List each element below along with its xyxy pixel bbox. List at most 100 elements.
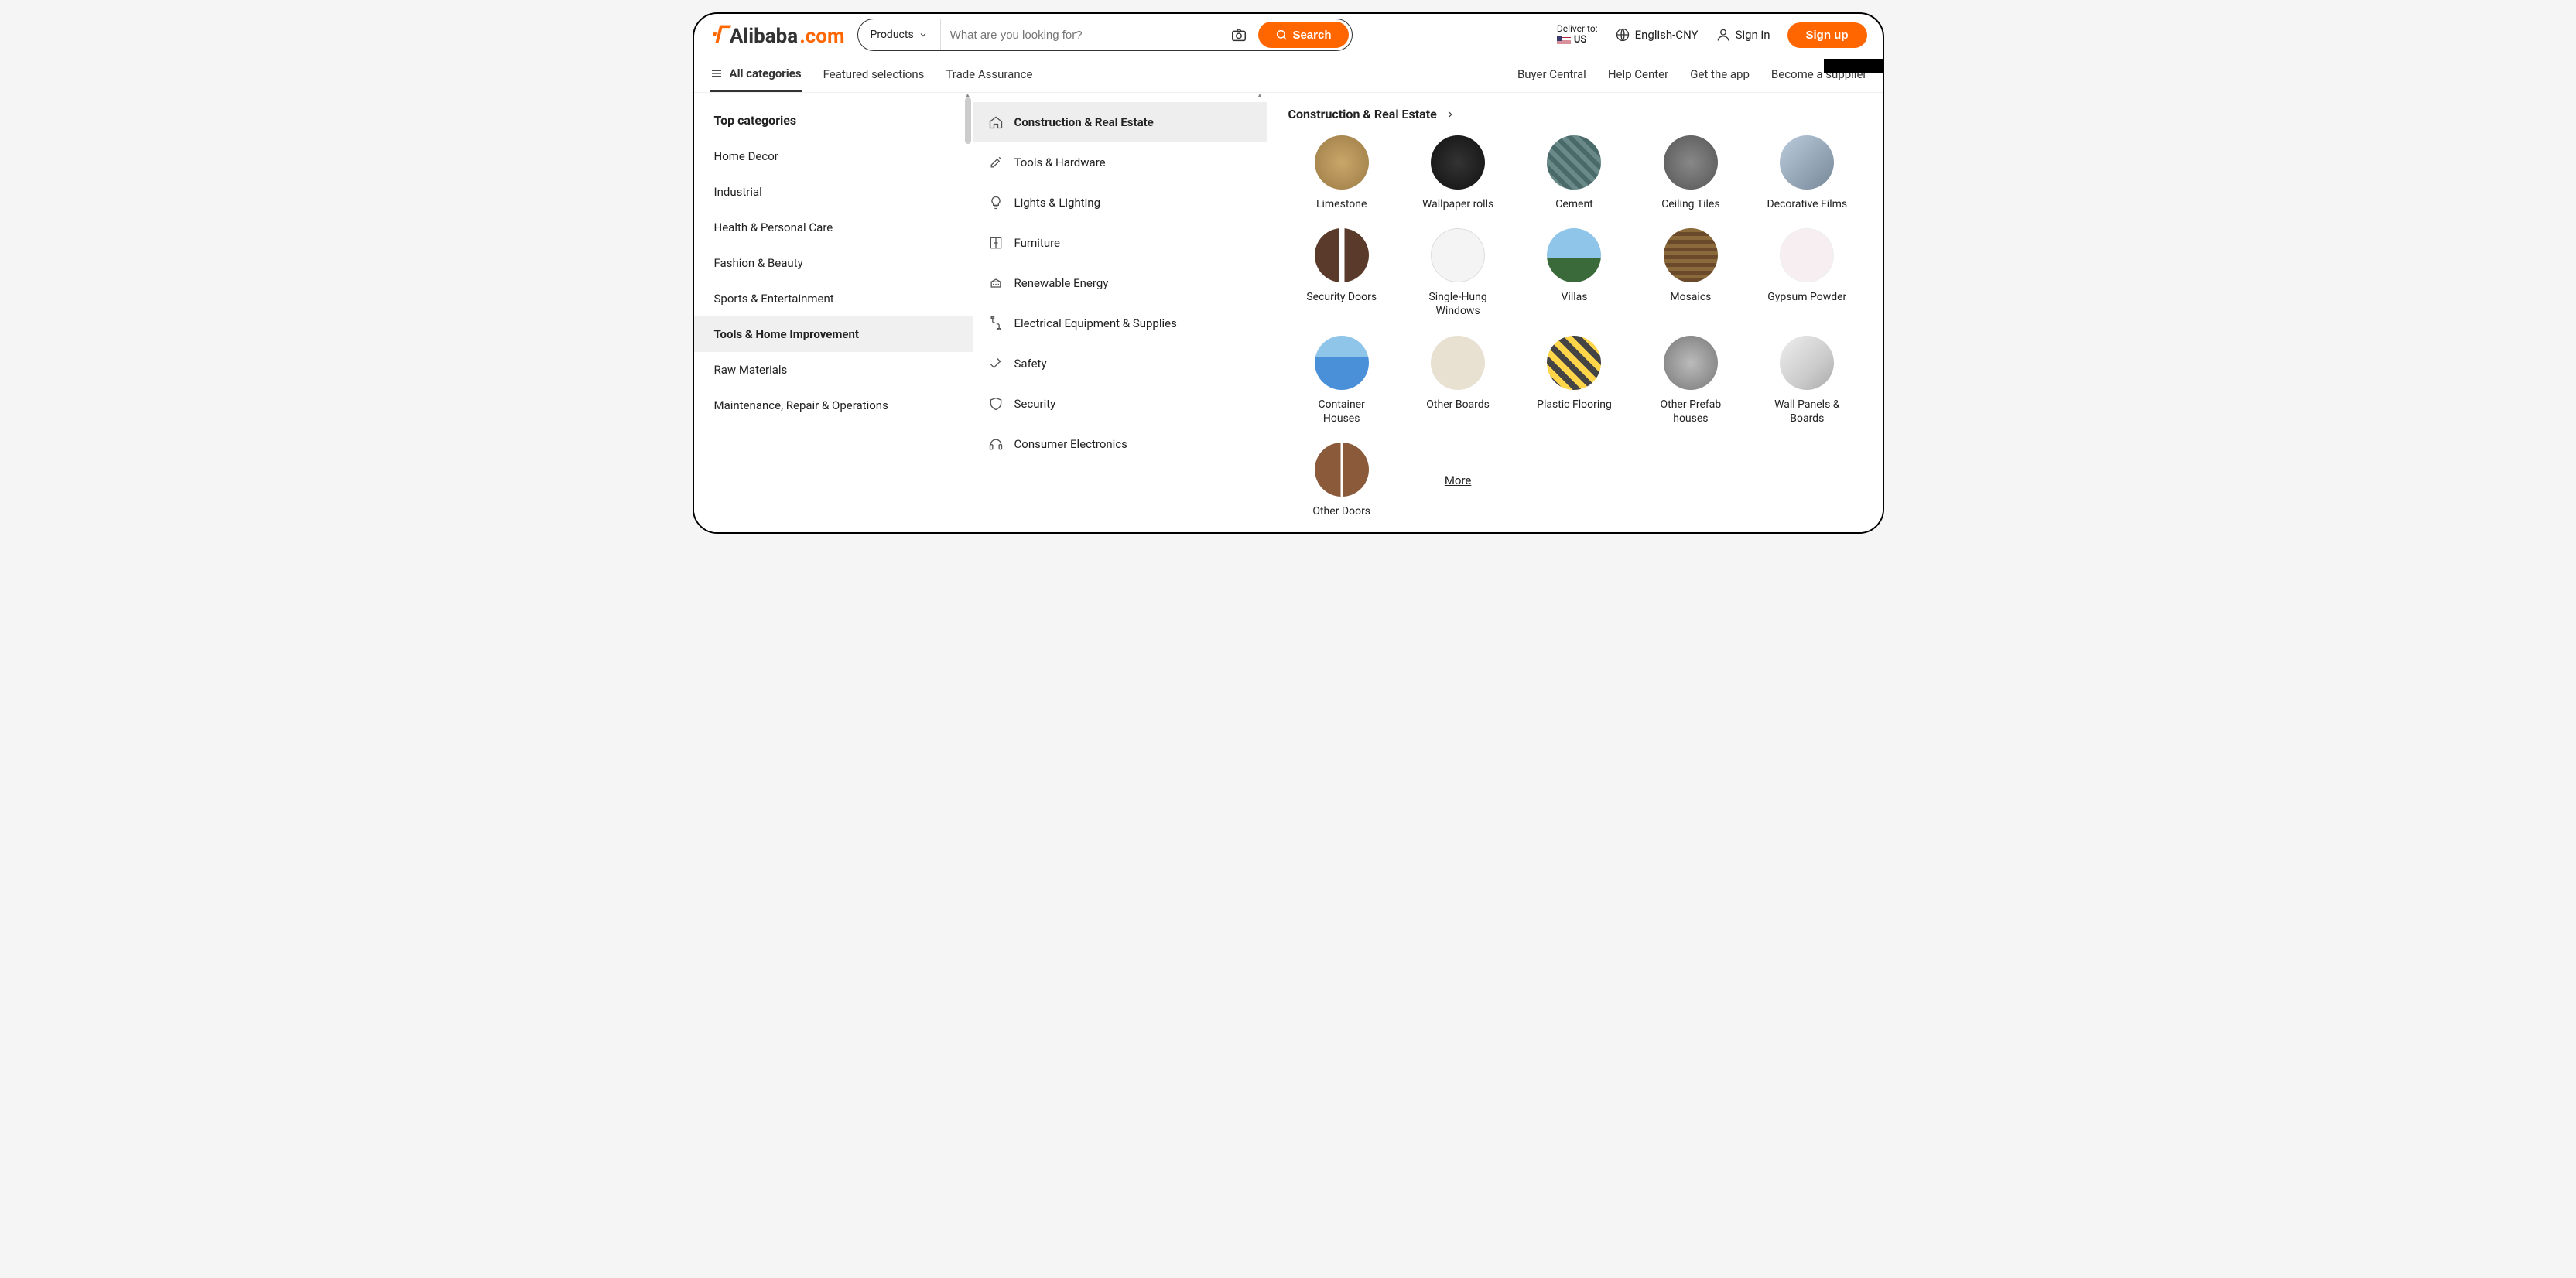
product-label: Gypsum Powder [1767, 290, 1846, 304]
col2-item[interactable]: Construction & Real Estate [973, 102, 1267, 142]
product-cell[interactable]: Other Prefab houses [1637, 336, 1744, 425]
nav-buyer-central[interactable]: Buyer Central [1517, 56, 1586, 92]
col1-item[interactable]: Home Decor [694, 138, 973, 174]
product-thumbnail [1431, 336, 1485, 390]
category-breadcrumb[interactable]: Construction & Real Estate [1288, 107, 1861, 121]
col2-item[interactable]: Lights & Lighting [973, 183, 1267, 223]
nav-all-categories[interactable]: All categories [710, 56, 802, 92]
product-cell[interactable]: Mosaics [1637, 228, 1744, 318]
signup-label: Sign up [1806, 29, 1849, 42]
col1-item[interactable]: Industrial [694, 174, 973, 210]
product-cell[interactable]: Other Boards [1404, 336, 1511, 425]
product-cell[interactable]: Plastic Flooring [1521, 336, 1627, 425]
product-label: Other Prefab houses [1648, 398, 1733, 425]
col2-item[interactable]: Furniture [973, 223, 1267, 263]
search-category-dropdown[interactable]: Products [858, 19, 941, 50]
product-thumbnail [1431, 135, 1485, 190]
product-label: Cement [1555, 197, 1593, 211]
col1-heading: Top categories [694, 102, 973, 138]
nav-featured[interactable]: Featured selections [823, 56, 925, 92]
signup-button[interactable]: Sign up [1787, 22, 1867, 48]
col1-item[interactable]: Health & Personal Care [694, 210, 973, 245]
category-icon [988, 155, 1004, 170]
product-thumbnail [1780, 228, 1834, 282]
globe-icon [1615, 27, 1630, 43]
product-cell[interactable]: Ceiling Tiles [1637, 135, 1744, 211]
col2-item-label: Lights & Lighting [1014, 196, 1101, 210]
product-cell[interactable]: Wall Panels & Boards [1753, 336, 1860, 425]
deliver-to[interactable]: Deliver to: US [1557, 23, 1598, 46]
deliver-label: Deliver to: [1557, 23, 1598, 34]
col2-item-label: Security [1014, 397, 1056, 411]
category-icon [988, 235, 1004, 251]
category-icon [988, 195, 1004, 210]
user-icon [1716, 27, 1731, 43]
product-cell[interactable]: Limestone [1288, 135, 1395, 211]
product-cell[interactable]: Decorative Films [1753, 135, 1860, 211]
search-category-label: Products [871, 29, 914, 41]
product-cell[interactable]: Cement [1521, 135, 1627, 211]
col2-item-label: Electrical Equipment & Supplies [1014, 316, 1177, 330]
product-cell[interactable]: Villas [1521, 228, 1627, 318]
image-search-button[interactable] [1223, 26, 1255, 43]
category-column-1: Top categories Home DecorIndustrialHealt… [694, 93, 973, 532]
product-cell[interactable]: Single-Hung Windows [1404, 228, 1511, 318]
logo-text-2: .com [799, 25, 844, 48]
signin-link[interactable]: Sign in [1716, 27, 1770, 43]
product-thumbnail [1547, 336, 1601, 390]
col1-scrollbar[interactable]: ▴ [963, 93, 973, 532]
col2-item-label: Tools & Hardware [1014, 155, 1106, 169]
more-link[interactable]: More [1445, 473, 1472, 487]
breadcrumb-title: Construction & Real Estate [1288, 107, 1437, 121]
flag-us-icon [1557, 36, 1571, 45]
product-thumbnail [1315, 336, 1369, 390]
product-cell[interactable]: Wallpaper rolls [1404, 135, 1511, 211]
product-cell[interactable]: Security Doors [1288, 228, 1395, 318]
col1-item[interactable]: Tools & Home Improvement [694, 316, 973, 352]
chevron-right-icon [1445, 109, 1456, 120]
camera-icon [1230, 26, 1247, 43]
col1-item[interactable]: Sports & Entertainment [694, 281, 973, 316]
search-icon [1275, 29, 1288, 41]
nav-get-app[interactable]: Get the app [1690, 56, 1750, 92]
col2-item[interactable]: Security [973, 384, 1267, 424]
col2-item[interactable]: Tools & Hardware [973, 142, 1267, 183]
product-cell[interactable]: Other Doors [1288, 443, 1395, 518]
scroll-thumb[interactable] [965, 97, 971, 144]
scroll-up-icon: ▴ [1258, 91, 1266, 99]
search-button[interactable]: Search [1258, 22, 1348, 48]
chevron-down-icon [919, 30, 928, 39]
product-thumbnail [1780, 135, 1834, 190]
col2-item[interactable]: Renewable Energy [973, 263, 1267, 303]
language-currency[interactable]: English-CNY [1615, 27, 1699, 43]
nav-trade-assurance[interactable]: Trade Assurance [946, 56, 1032, 92]
product-label: Container Houses [1299, 398, 1384, 425]
col2-item[interactable]: Consumer Electronics [973, 424, 1267, 464]
product-label: Villas [1562, 290, 1588, 304]
col2-item[interactable]: Safety [973, 343, 1267, 384]
col1-item[interactable]: Maintenance, Repair & Operations [694, 388, 973, 423]
product-thumbnail [1315, 443, 1369, 497]
col1-item[interactable]: Fashion & Beauty [694, 245, 973, 281]
search-input[interactable] [941, 19, 1223, 50]
nav-help-center[interactable]: Help Center [1608, 56, 1668, 92]
product-thumbnail [1664, 336, 1718, 390]
logo-glyph-icon: ᒮ [710, 22, 727, 49]
product-cell[interactable]: Container Houses [1288, 336, 1395, 425]
product-thumbnail [1547, 135, 1601, 190]
col2-item-label: Construction & Real Estate [1014, 115, 1154, 129]
product-thumbnail [1780, 336, 1834, 390]
col2-scrollbar[interactable]: ▴ [1257, 93, 1267, 532]
category-icon [988, 275, 1004, 291]
header-right-cluster: Deliver to: US English-CNY Sign in Sign … [1557, 22, 1867, 48]
category-icon [988, 356, 1004, 371]
product-cell[interactable]: Gypsum Powder [1753, 228, 1860, 318]
logo[interactable]: ᒮ Alibaba .com [710, 22, 845, 49]
col1-item[interactable]: Raw Materials [694, 352, 973, 388]
product-label: Decorative Films [1767, 197, 1847, 211]
product-label: Plastic Flooring [1537, 398, 1612, 412]
language-currency-label: English-CNY [1635, 28, 1699, 42]
col2-item[interactable]: Electrical Equipment & Supplies [973, 303, 1267, 343]
signin-label: Sign in [1736, 28, 1770, 42]
col2-item-label: Safety [1014, 357, 1047, 371]
